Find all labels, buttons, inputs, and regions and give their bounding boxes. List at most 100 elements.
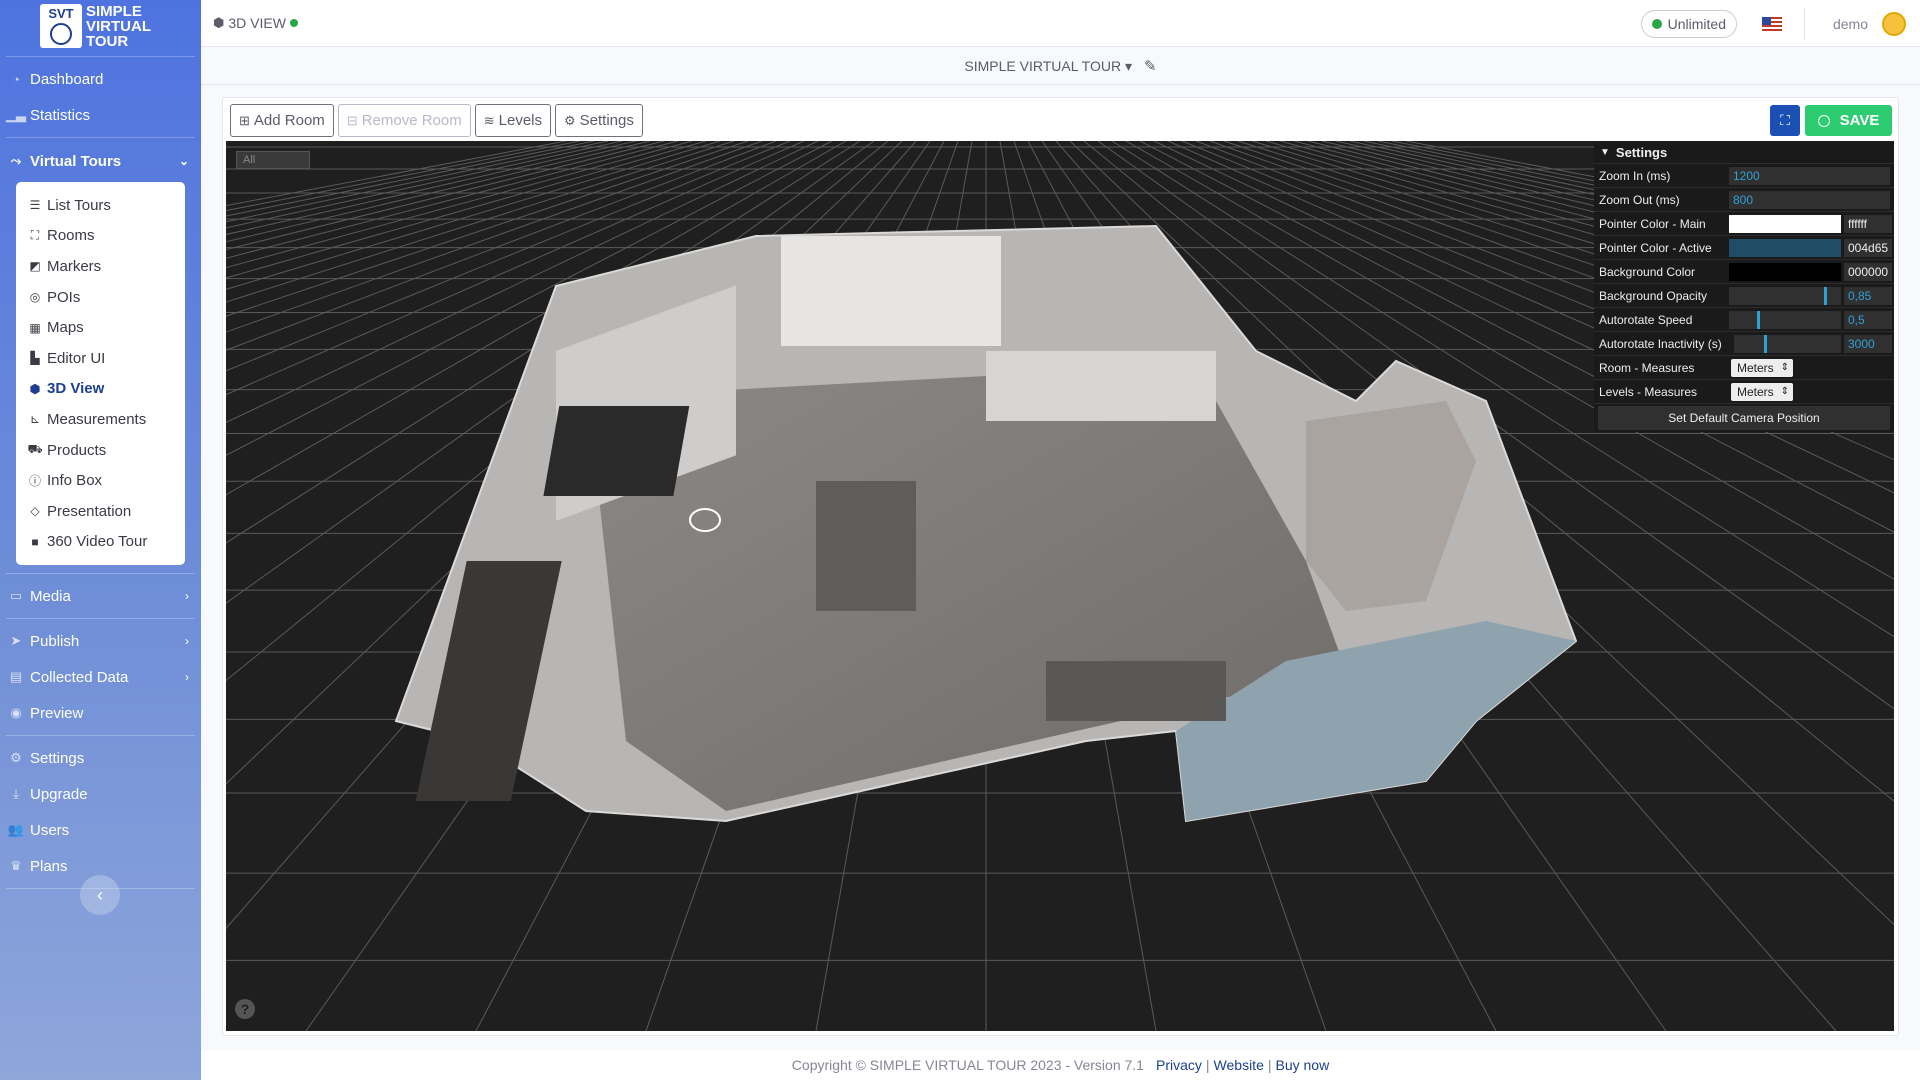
logo-badge: SVT [40,4,82,48]
chevron-right-icon: › [185,634,189,649]
room-measures-select[interactable]: Meters [1731,359,1793,377]
sidebar-collapse-button[interactable]: ‹ [80,875,120,915]
submenu-item-measurements[interactable]: ⊾ Measurements [16,404,185,435]
slider-knob[interactable] [1757,311,1760,329]
save-button[interactable]: SAVE [1805,105,1892,136]
website-link[interactable]: Website [1214,1057,1264,1073]
background-color-hex[interactable]: 000000 [1844,263,1892,281]
download-icon: ⤓ [13,786,19,802]
background-color-swatch[interactable] [1729,263,1841,281]
sidebar-item-label: Media [30,587,71,605]
sidebar-item-media[interactable]: ▭ Media › [0,578,201,614]
slider-knob[interactable] [1764,335,1767,353]
footer-separator: | [1205,1057,1210,1073]
autorotate-inactivity-slider[interactable] [1734,335,1841,353]
submenu-item-maps[interactable]: ▦ Maps [16,312,185,343]
list-icon: ☰ [29,198,41,213]
sidebar-item-label: Users [30,821,70,839]
pointer-main-hex[interactable]: ffffff [1844,215,1892,233]
settings-panel-title: Settings [1615,145,1668,160]
avatar[interactable] [1882,12,1906,36]
users-icon: 👥 [7,822,25,838]
submenu-item-editor-ui[interactable]: ▙ Editor UI [16,343,185,374]
zoom-out-row: Zoom Out (ms) 800 [1594,188,1894,212]
user-name[interactable]: demo [1833,16,1868,32]
submenu-item-label: Products [47,441,107,459]
chevron-down-icon: ▼ [1600,147,1610,158]
submenu-item-label: Rooms [47,227,95,245]
buy-now-link[interactable]: Buy now [1276,1057,1330,1073]
brand-name-line1: SIMPLE [86,2,142,20]
submenu-item-label: Maps [47,319,84,337]
sidebar-item-dashboard[interactable]: ◔ Dashboard [0,61,201,97]
status-dot [289,19,298,27]
pointer-main-swatch[interactable] [1729,215,1841,233]
diamond-icon: ◇ [30,504,40,519]
tour-selector[interactable]: SIMPLE VIRTUAL TOUR ▾ [964,58,1132,75]
submenu-item-presentation[interactable]: ◇ Presentation [16,496,185,527]
autorotate-speed-value[interactable]: 0,5 [1844,311,1892,329]
submenu-item-rooms[interactable]: ⛶ Rooms [16,221,185,252]
copyright-text: Copyright © SIMPLE VIRTUAL TOUR 2023 - V… [791,1057,1144,1073]
background-opacity-slider[interactable] [1729,287,1841,305]
slider-knob[interactable] [1824,287,1827,305]
page-label: ⬢ 3D VIEW [213,15,298,31]
submenu-item-360-video-tour[interactable]: ■ 360 Video Tour [16,527,185,558]
levels-button[interactable]: ≋ Levels [474,104,551,137]
submenu-item-info-box[interactable]: ⓘ Info Box [16,465,185,496]
sidebar-item-settings[interactable]: ⚙ Settings [0,740,201,776]
sidebar-item-publish[interactable]: ➤ Publish › [0,623,201,659]
settings-panel-header[interactable]: ▼ Settings [1594,142,1894,164]
zoom-in-label: Zoom In (ms) [1599,168,1671,183]
settings-panel: ▼ Settings Zoom In (ms) 1200 Zoom Out (m… [1594,142,1894,432]
pointer-active-swatch[interactable] [1729,239,1841,257]
pointer-main-row: Pointer Color - Main ffffff [1594,212,1894,236]
page-label-text: 3D VIEW [228,15,286,31]
sidebar-item-users[interactable]: 👥 Users [0,812,201,848]
sidebar-item-upgrade[interactable]: ⤓ Upgrade [0,776,201,812]
levels-measures-select[interactable]: Meters [1731,383,1793,401]
submenu-item-3d-view[interactable]: ⬢ 3D View [16,374,185,405]
sidebar-item-statistics[interactable]: ▁▃ Statistics [0,97,201,133]
autorotate-speed-label: Autorotate Speed [1599,312,1693,327]
caret-down-icon: ▾ [1124,57,1132,74]
expand-icon: ⛶ [1780,112,1790,128]
add-room-label: Add Room [253,112,325,129]
set-default-camera-button[interactable]: Set Default Camera Position [1598,406,1890,430]
level-select[interactable]: All [236,151,310,169]
zoom-in-input[interactable]: 1200 [1729,167,1890,185]
submenu-item-pois[interactable]: ◎ POIs [16,282,185,313]
add-room-button[interactable]: ⊞ Add Room [230,104,334,137]
remove-room-button[interactable]: ⊟ Remove Room [337,104,471,137]
virtual-tours-submenu: ☰ List Tours ⛶ Rooms ◩ Markers ◎ POIs ▦ Maps … [16,182,185,566]
brand-name: SIMPLE VIRTUAL TOUR [86,4,151,49]
autorotate-inactivity-value[interactable]: 3000 [1844,335,1892,353]
submenu-item-products[interactable]: ⛟ Products [16,435,185,466]
plan-badge[interactable]: Unlimited [1640,10,1737,38]
room-measures-label: Room - Measures [1599,360,1695,375]
privacy-link[interactable]: Privacy [1156,1057,1202,1073]
sidebar-item-label: Statistics [30,106,91,124]
submenu-item-markers[interactable]: ◩ Markers [16,251,185,282]
help-icon[interactable]: ? [235,999,255,1019]
us-flag-icon[interactable] [1762,17,1782,31]
logo-badge-text: SVT [48,6,74,21]
autorotate-speed-slider[interactable] [1729,311,1841,329]
submenu-item-label: POIs [47,288,81,306]
desktop-icon: ▭ [9,588,23,604]
background-opacity-value[interactable]: 0,85 [1844,287,1892,305]
sidebar-item-preview[interactable]: ◉ Preview [0,695,201,731]
pointer-active-hex[interactable]: 004d65 [1844,239,1892,257]
fullscreen-button[interactable]: ⛶ [1770,105,1800,136]
minus-square-icon: ⊟ [346,112,358,128]
gear-icon: ⚙ [564,112,576,128]
sidebar-item-collected-data[interactable]: ▤ Collected Data › [0,659,201,695]
brand-logo[interactable]: SVT SIMPLE VIRTUAL TOUR [0,0,201,52]
zoom-out-input[interactable]: 800 [1729,191,1890,209]
sidebar-item-virtual-tours[interactable]: ⤳ Virtual Tours ⌄ [0,142,201,180]
autorotate-speed-row: Autorotate Speed 0,5 [1594,308,1894,332]
sidebar-item-label: Dashboard [30,70,104,88]
submenu-item-list-tours[interactable]: ☰ List Tours [16,190,185,221]
edit-icon[interactable]: ✎ [1144,57,1157,75]
settings-button[interactable]: ⚙ Settings [555,104,643,137]
